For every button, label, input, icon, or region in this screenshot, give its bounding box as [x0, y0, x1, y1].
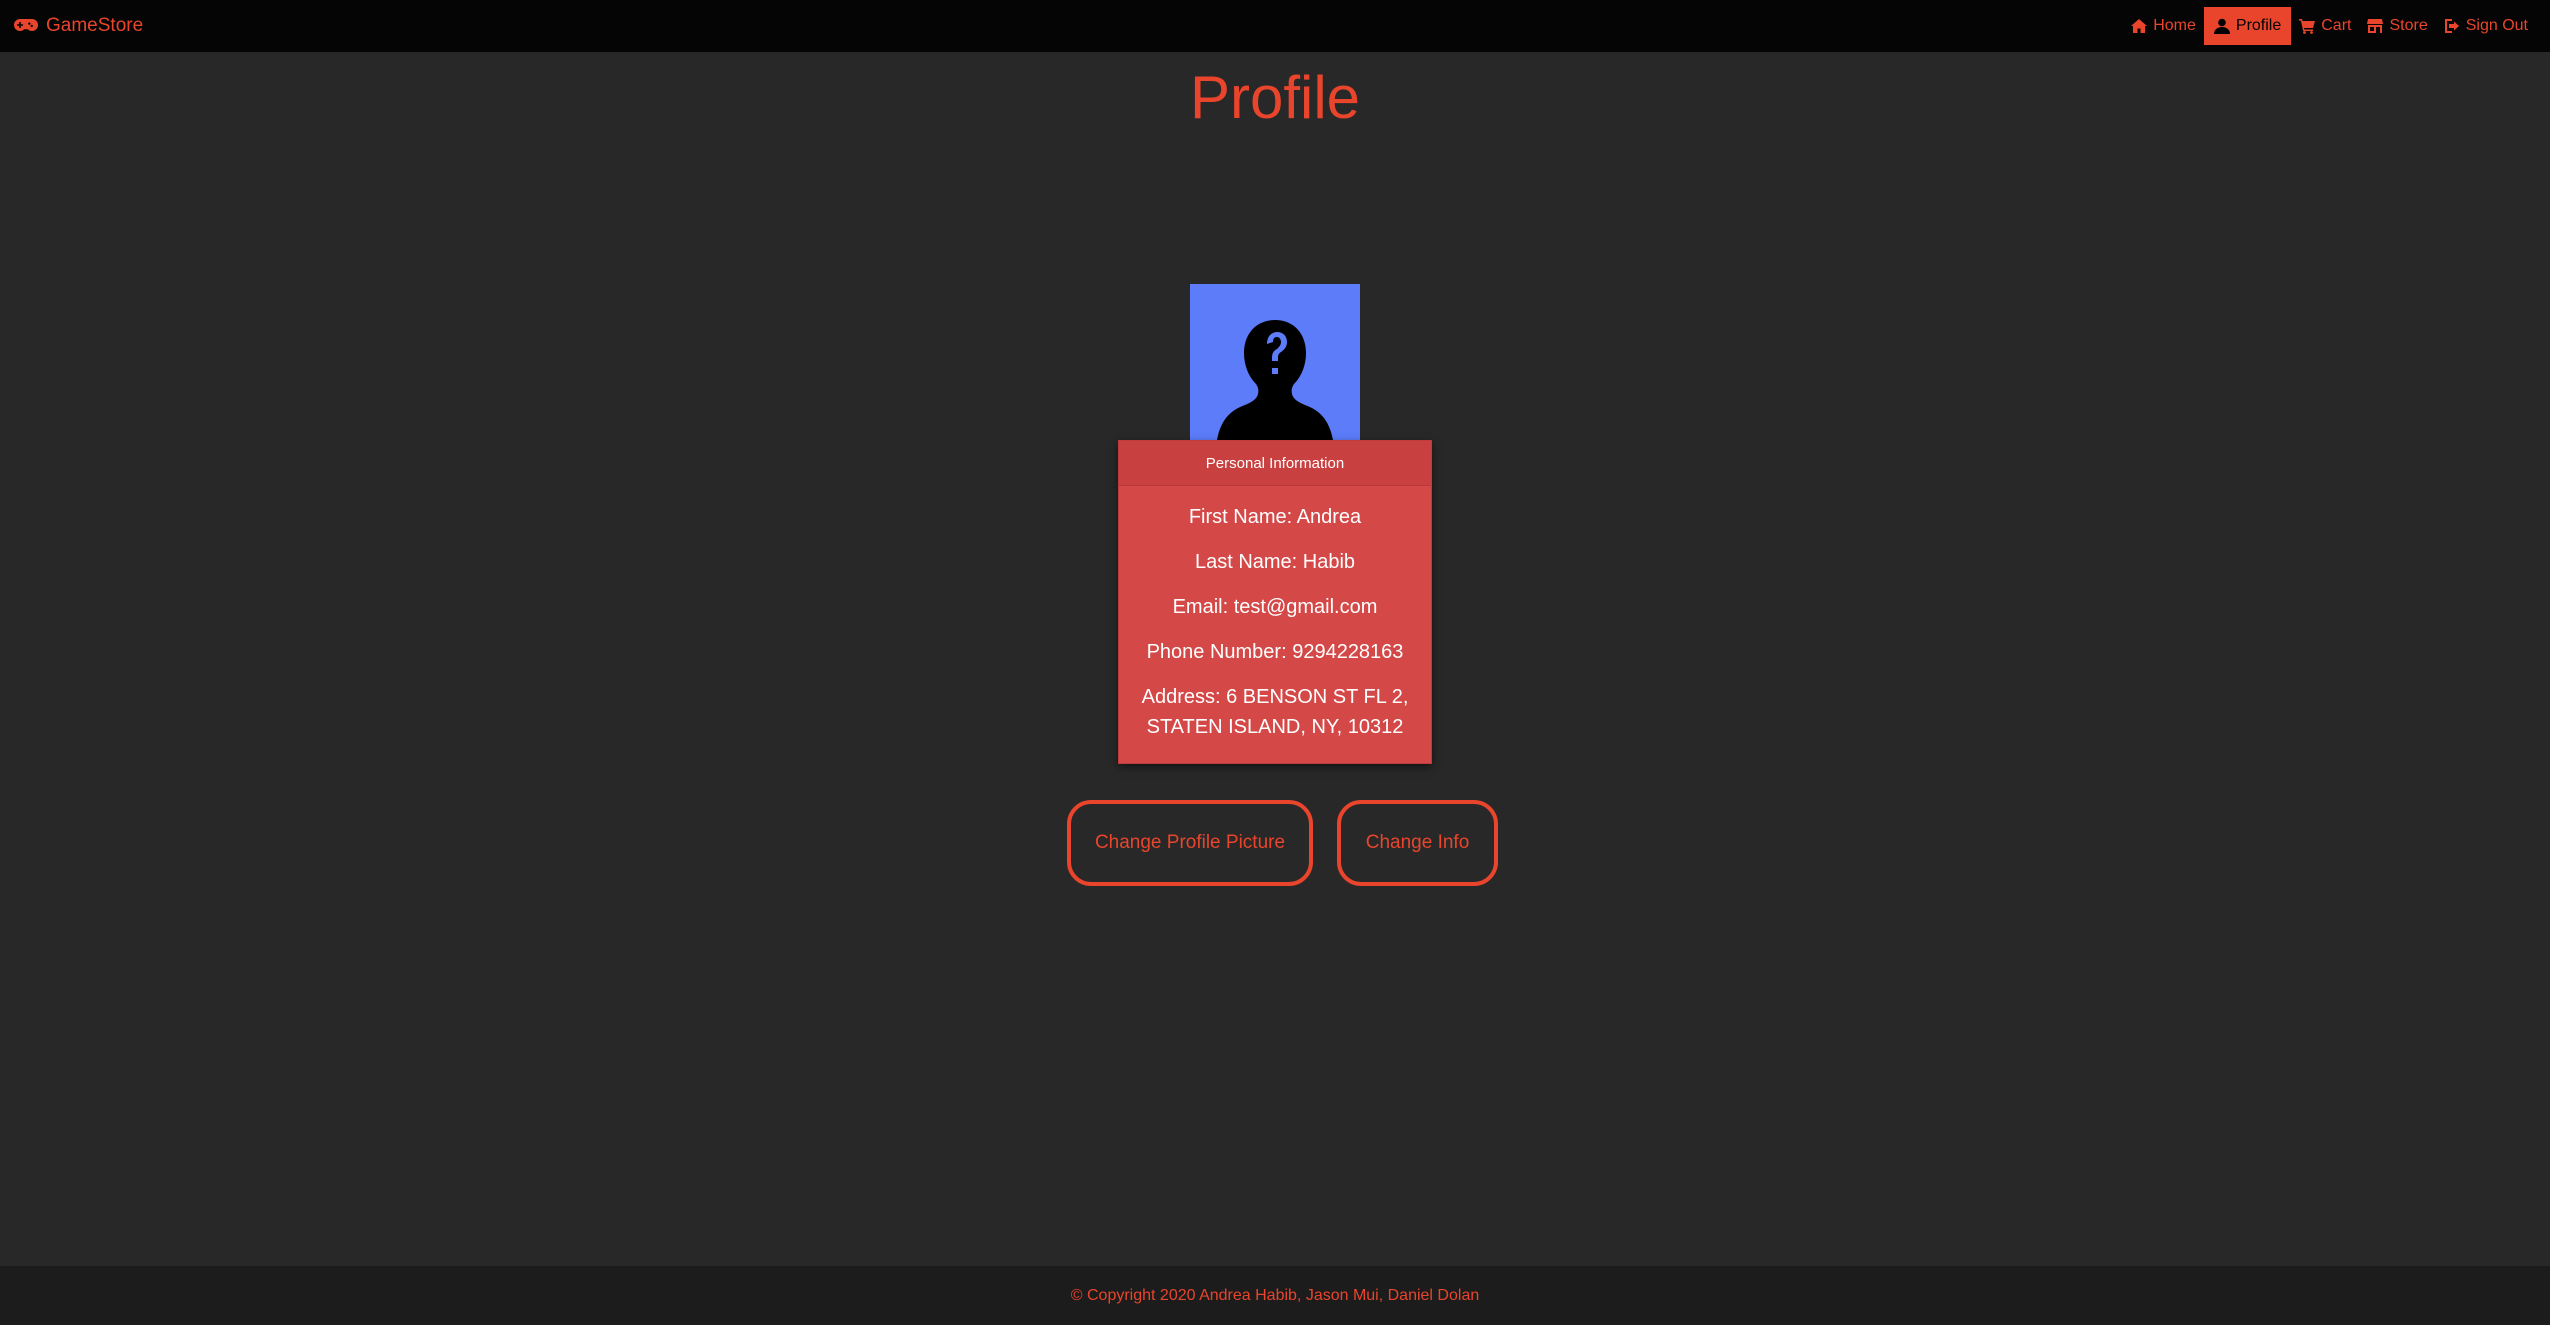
brand-name: GameStore	[46, 15, 144, 36]
nav-sign-out[interactable]: Sign Out	[2436, 7, 2536, 45]
personal-info-card: Personal Information First Name: Andrea …	[1118, 440, 1432, 764]
nav-cart-label: Cart	[2321, 17, 2352, 34]
sign-out-icon	[2444, 19, 2459, 33]
nav-sign-out-label: Sign Out	[2465, 17, 2528, 34]
nav-profile[interactable]: Profile	[2203, 7, 2292, 45]
nav-home[interactable]: Home	[2123, 7, 2204, 45]
page-title: Profile	[1189, 64, 1361, 131]
profile-avatar	[1190, 284, 1360, 440]
first-name: First Name: Andrea	[1188, 506, 1362, 528]
nav-cart[interactable]: Cart	[2291, 7, 2359, 45]
email: Email: test@gmail.com	[1172, 596, 1378, 618]
gamepad-icon	[14, 19, 38, 31]
brand-link[interactable]: GameStore	[14, 15, 143, 37]
nav-store[interactable]: Store	[2359, 7, 2435, 45]
cart-icon	[2299, 19, 2316, 34]
nav-profile-label: Profile	[2235, 17, 2282, 34]
card-title: Personal Information	[1119, 441, 1431, 486]
change-profile-picture-button[interactable]: Change Profile Picture	[1067, 800, 1313, 886]
address: Address: 6 BENSON ST FL 2, STATEN ISLAND…	[1141, 686, 1409, 738]
home-icon	[2131, 19, 2148, 33]
store-icon	[2367, 19, 2384, 33]
top-navbar: GameStore Home Profile Cart Store Sign O…	[0, 0, 2550, 52]
copyright-text: © Copyright 2020 Andrea Habib, Jason Mui…	[1070, 1286, 1480, 1304]
user-icon	[2213, 18, 2230, 34]
nav-menu: Home Profile Cart Store Sign Out	[2123, 0, 2536, 52]
unknown-user-silhouette-icon	[1217, 320, 1333, 440]
card-body: First Name: Andrea Last Name: Habib Emai…	[1119, 486, 1431, 742]
phone-number: Phone Number: 9294228163	[1146, 641, 1404, 663]
last-name: Last Name: Habib	[1194, 551, 1356, 573]
nav-store-label: Store	[2389, 17, 2428, 34]
change-info-button[interactable]: Change Info	[1337, 800, 1498, 886]
nav-home-label: Home	[2153, 17, 2196, 34]
footer: © Copyright 2020 Andrea Habib, Jason Mui…	[0, 1266, 2550, 1325]
